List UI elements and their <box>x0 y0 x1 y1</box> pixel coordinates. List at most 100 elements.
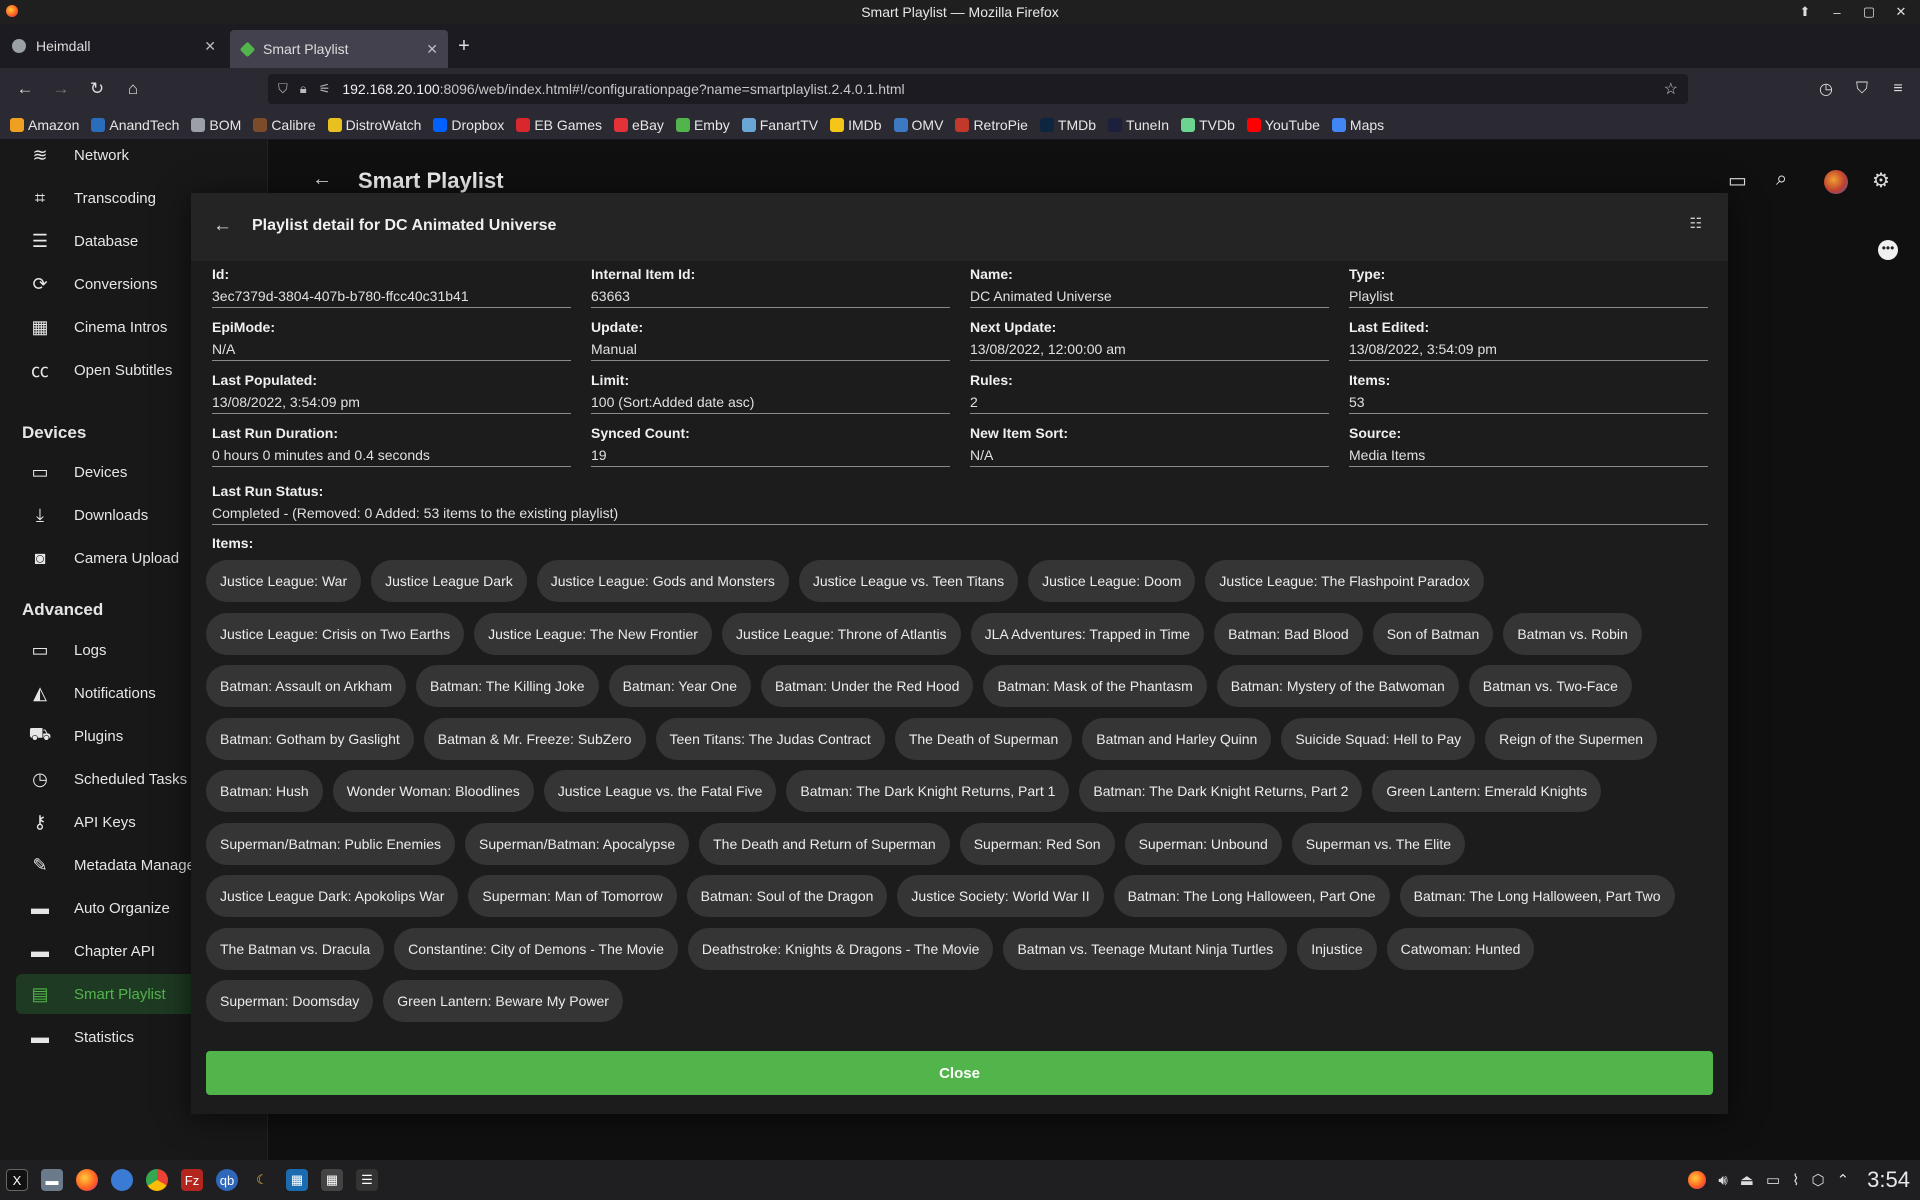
close-tab-icon[interactable]: ✕ <box>426 41 438 58</box>
bookmark-ebay[interactable]: eBay <box>614 117 664 133</box>
item-chip[interactable]: Green Lantern: Beware My Power <box>383 980 623 1022</box>
bookmark-youtube[interactable]: YouTube <box>1246 117 1320 133</box>
item-chip[interactable]: Reign of the Supermen <box>1485 717 1658 760</box>
bookmark-fanarttv[interactable]: FanartTV <box>741 117 818 133</box>
forward-icon[interactable]: → <box>46 74 76 104</box>
item-chip[interactable]: JLA Adventures: Trapped in Time <box>970 612 1205 655</box>
item-chip[interactable]: Justice Society: World War II <box>897 875 1104 917</box>
new-tab-button[interactable]: + <box>448 24 480 68</box>
item-chip[interactable]: Batman: Year One <box>608 665 752 707</box>
item-chip[interactable]: Batman vs. Two-Face <box>1468 665 1632 707</box>
avatar[interactable] <box>1824 170 1848 194</box>
item-chip[interactable]: Batman: Gotham by Gaslight <box>206 717 414 760</box>
firefox-tray-icon[interactable] <box>1688 1171 1707 1189</box>
item-chip[interactable]: Justice League: Crisis on Two Earths <box>206 612 465 655</box>
item-chip[interactable]: Batman: The Dark Knight Returns, Part 2 <box>1079 770 1363 812</box>
item-chip[interactable]: Superman/Batman: Public Enemies <box>206 822 455 865</box>
network-icon[interactable]: ⬡ <box>1811 1171 1824 1189</box>
tab-smart-playlist[interactable]: Smart Playlist ✕ <box>230 30 448 68</box>
item-chip[interactable]: Justice League: Doom <box>1028 560 1196 602</box>
item-chip[interactable]: Batman: Soul of the Dragon <box>686 875 888 917</box>
bookmark-distrowatch[interactable]: DistroWatch <box>327 117 421 133</box>
permissions-icon[interactable]: ⚟ <box>319 81 331 97</box>
keep-above-icon[interactable]: ⬆ <box>1796 3 1814 21</box>
display-icon[interactable]: ▭ <box>1766 1171 1780 1189</box>
reload-icon[interactable]: ↻ <box>82 74 112 104</box>
search-icon[interactable]: ⌕ <box>1776 168 1787 191</box>
bookmark-tvdb[interactable]: TVDb <box>1181 117 1235 133</box>
item-chip[interactable]: Batman & Mr. Freeze: SubZero <box>423 717 646 760</box>
item-chip[interactable]: Justice League: War <box>206 560 362 602</box>
tray-expand-icon[interactable]: ⌃ <box>1837 1171 1850 1189</box>
item-chip[interactable]: Batman: The Killing Joke <box>415 665 599 707</box>
item-chip[interactable]: Catwoman: Hunted <box>1386 927 1535 970</box>
settings-gear-icon[interactable]: ⚙ <box>1872 168 1890 193</box>
banana-icon[interactable]: ☾ <box>251 1169 273 1191</box>
notes-icon[interactable]: ☰ <box>356 1169 378 1191</box>
shield-icon[interactable]: ⛉ <box>278 81 288 97</box>
item-chip[interactable]: Constantine: City of Demons - The Movie <box>394 927 678 970</box>
bookmark-maps[interactable]: Maps <box>1331 117 1384 133</box>
item-chip[interactable]: Batman: Assault on Arkham <box>206 665 406 707</box>
item-chip[interactable]: The Batman vs. Dracula <box>206 927 385 970</box>
bookmark-emby[interactable]: Emby <box>675 117 730 133</box>
item-chip[interactable]: Batman and Harley Quinn <box>1082 717 1272 760</box>
calculator-icon[interactable]: ▦ <box>321 1169 343 1191</box>
item-chip[interactable]: Suicide Squad: Hell to Pay <box>1281 717 1476 760</box>
item-chip[interactable]: Superman: Doomsday <box>206 980 374 1022</box>
back-icon[interactable]: ← <box>10 74 40 104</box>
tab-heimdall[interactable]: Heimdall ✕ <box>0 24 226 68</box>
maximize-icon[interactable]: ▢ <box>1860 3 1878 21</box>
lock-icon[interactable]: 🔒︎ <box>300 81 307 97</box>
pocket-icon[interactable]: ⛉ <box>1850 74 1874 104</box>
item-chip[interactable]: Justice League: The Flashpoint Paradox <box>1205 560 1484 602</box>
options-icon[interactable]: ☷ <box>1689 215 1702 232</box>
filezilla-icon[interactable]: Fz <box>181 1169 203 1191</box>
bookmark-amazon[interactable]: Amazon <box>10 117 79 133</box>
item-chip[interactable]: Superman/Batman: Apocalypse <box>465 822 690 865</box>
item-chip[interactable]: The Death of Superman <box>894 717 1073 760</box>
item-chip[interactable]: Justice League Dark <box>371 560 527 602</box>
bookmark-dropbox[interactable]: Dropbox <box>433 117 504 133</box>
start-menu-icon[interactable]: X <box>6 1169 28 1191</box>
item-chip[interactable]: Justice League: Gods and Monsters <box>536 560 789 602</box>
item-chip[interactable]: Batman: Bad Blood <box>1214 612 1363 655</box>
sidebar-item-network[interactable]: ≋ Network <box>16 135 256 175</box>
url-bar[interactable]: ⛉ 🔒︎ ⚟ 192.168.20.100:8096/web/index.htm… <box>268 74 1688 104</box>
dialog-back-arrow-icon[interactable]: ← <box>213 215 232 237</box>
item-chip[interactable]: Green Lantern: Emerald Knights <box>1372 770 1602 812</box>
item-chip[interactable]: Son of Batman <box>1372 612 1494 655</box>
bookmark-tmdb[interactable]: TMDb <box>1039 117 1096 133</box>
item-chip[interactable]: Justice League vs. Teen Titans <box>798 560 1019 602</box>
item-chip[interactable]: Wonder Woman: Bloodlines <box>332 770 534 812</box>
bookmark-tunein[interactable]: TuneIn <box>1108 117 1169 133</box>
item-chip[interactable]: Justice League Dark: Apokolips War <box>206 875 459 917</box>
item-chip[interactable]: Teen Titans: The Judas Contract <box>655 717 885 760</box>
bookmark-retropie[interactable]: RetroPie <box>955 117 1028 133</box>
qbittorrent-icon[interactable]: qb <box>216 1169 238 1191</box>
clip-icon[interactable]: ⌇ <box>1792 1171 1799 1189</box>
clock[interactable]: 3:54 <box>1867 1167 1910 1193</box>
thunderbird-icon[interactable] <box>111 1169 133 1191</box>
history-icon[interactable]: ◷ <box>1814 74 1838 104</box>
item-chip[interactable]: Batman: Under the Red Hood <box>761 665 974 707</box>
item-chip[interactable]: Batman: Mask of the Phantasm <box>983 665 1207 707</box>
bookmark-star-icon[interactable]: ☆ <box>1664 79 1678 99</box>
firefox-icon[interactable] <box>76 1169 98 1191</box>
item-chip[interactable]: Batman vs. Robin <box>1503 612 1642 655</box>
item-chip[interactable]: Batman: Hush <box>206 770 323 812</box>
bookmark-omv[interactable]: OMV <box>893 117 943 133</box>
app-icon[interactable]: ▦ <box>286 1169 308 1191</box>
back-arrow-icon[interactable]: ← <box>312 168 332 191</box>
item-chip[interactable]: Justice League: The New Frontier <box>474 612 712 655</box>
item-chip[interactable]: Batman: Mystery of the Batwoman <box>1216 665 1459 707</box>
item-chip[interactable]: Superman vs. The Elite <box>1291 822 1466 865</box>
item-chip[interactable]: Deathstroke: Knights & Dragons - The Mov… <box>687 927 994 970</box>
item-chip[interactable]: Superman: Unbound <box>1124 822 1282 865</box>
eject-icon[interactable]: ⏏ <box>1740 1171 1754 1189</box>
item-chip[interactable]: Justice League vs. the Fatal Five <box>543 770 777 812</box>
menu-icon[interactable]: ≡ <box>1886 74 1910 104</box>
item-chip[interactable]: Injustice <box>1297 927 1377 970</box>
close-window-icon[interactable]: ✕ <box>1892 3 1910 21</box>
home-icon[interactable]: ⌂ <box>118 74 148 104</box>
